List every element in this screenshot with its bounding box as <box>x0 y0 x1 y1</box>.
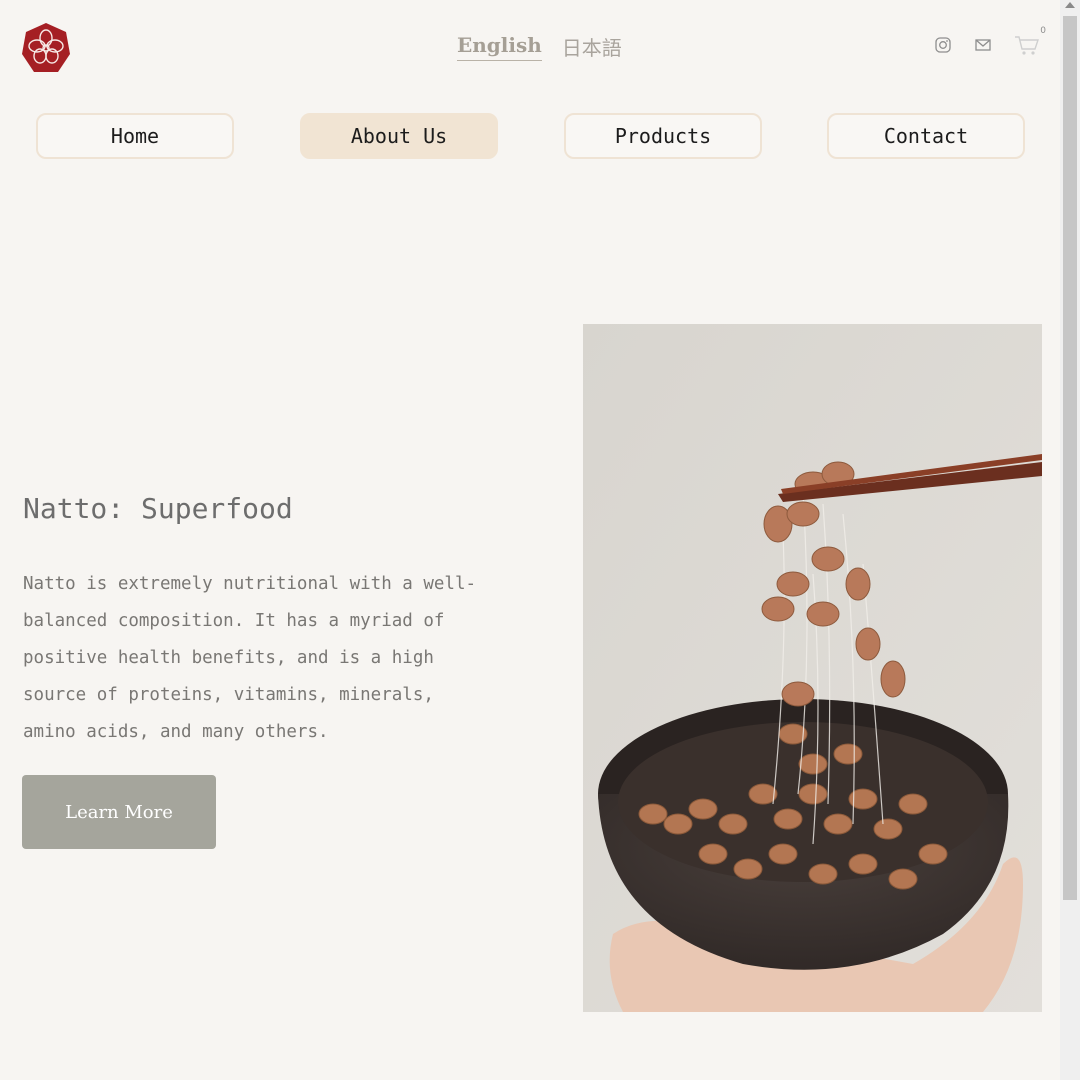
header-icons: 0 <box>934 26 1046 60</box>
mail-icon[interactable] <box>974 36 992 58</box>
learn-more-button[interactable]: Learn More <box>22 775 216 849</box>
camellia-crest-logo[interactable] <box>21 22 71 74</box>
hero-title: Natto: Superfood <box>23 492 293 525</box>
hero-description: Natto is extremely nutritional with a we… <box>23 574 477 742</box>
cart-count-badge: 0 <box>1040 26 1046 36</box>
nav-contact-button[interactable]: Contact <box>827 113 1025 159</box>
nav-home-button[interactable]: Home <box>36 113 234 159</box>
page: English 日本語 0 Home About Us Products Con… <box>0 0 1060 1080</box>
nav-about-us-button[interactable]: About Us <box>300 113 498 159</box>
cart-button[interactable]: 0 <box>1014 26 1046 60</box>
language-switcher: English 日本語 <box>457 32 622 61</box>
scrollbar-thumb[interactable] <box>1063 16 1077 900</box>
instagram-icon[interactable] <box>934 36 952 58</box>
nav-products-button[interactable]: Products <box>564 113 762 159</box>
natto-bowl-chopsticks-photo <box>583 324 1042 1012</box>
scroll-up-arrow-icon[interactable] <box>1065 2 1075 8</box>
cart-icon <box>1015 36 1039 55</box>
lang-english[interactable]: English <box>457 33 542 61</box>
page-scrollbar[interactable] <box>1060 0 1080 1080</box>
lang-japanese[interactable]: 日本語 <box>562 32 622 61</box>
